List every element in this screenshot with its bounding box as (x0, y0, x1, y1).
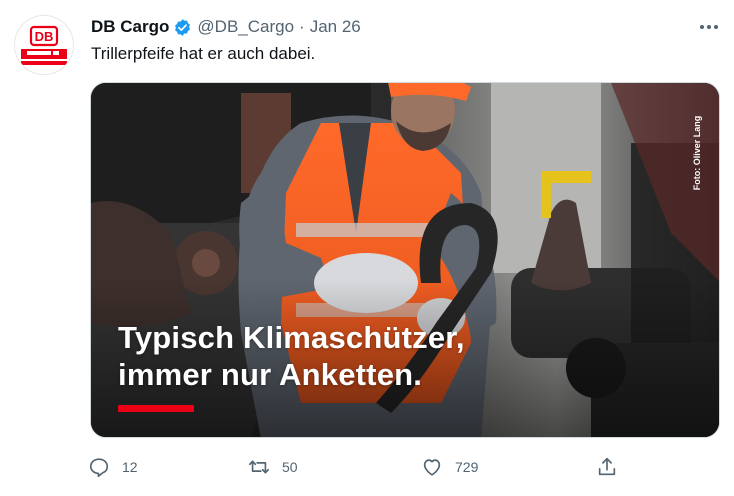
brand-accent-bar (118, 405, 194, 412)
retweet-count: 50 (282, 459, 298, 475)
share-icon (598, 457, 616, 476)
like-count: 729 (455, 459, 479, 475)
more-icon[interactable] (697, 16, 721, 38)
svg-text:DB: DB (35, 29, 54, 44)
avatar[interactable]: DB (14, 15, 74, 75)
like-icon (423, 459, 441, 476)
image-caption-line-1: Typisch Klimaschützer, (118, 320, 465, 355)
tweet-text: Trillerpfeife hat er auch dabei. (91, 44, 316, 63)
verified-badge-icon (173, 18, 192, 37)
reply-icon (89, 458, 109, 477)
share-button[interactable] (596, 455, 618, 479)
image-caption-line-2: immer nur Anketten. (118, 357, 423, 392)
separator-dot: · (299, 17, 305, 36)
action-bar: 12 50 729 (88, 455, 728, 479)
retweet-button[interactable]: 50 (248, 455, 298, 479)
reply-count: 12 (122, 459, 138, 475)
tweet-header: DB Cargo @DB_Cargo · Jan 26 (91, 15, 361, 39)
reply-button[interactable]: 12 (88, 455, 138, 479)
retweet-icon (249, 460, 269, 474)
tweet-card[interactable]: DB DB Cargo @DB_Cargo · Jan 26 Trillerpf… (0, 0, 734, 496)
timestamp[interactable]: Jan 26 (310, 17, 361, 37)
handle[interactable]: @DB_Cargo (197, 17, 294, 37)
like-button[interactable]: 729 (421, 455, 478, 479)
display-name[interactable]: DB Cargo (91, 17, 169, 37)
tweet-media[interactable]: Typisch Klimaschützer, immer nur Ankette… (90, 82, 720, 438)
photo-credit: Foto: Oliver Lang (692, 115, 702, 191)
db-cargo-logo: DB (15, 16, 73, 74)
